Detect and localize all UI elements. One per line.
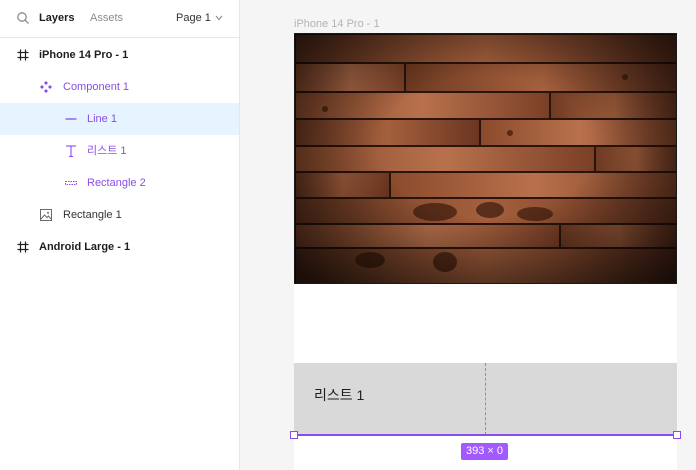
size-badge: 393 × 0 [461,443,509,460]
design-canvas[interactable]: iPhone 14 Pro - 1 리스트 1 393 × 0 [240,0,696,470]
center-guide [485,363,486,435]
layer-label: Component 1 [63,81,130,93]
layer-label: Rectangle 1 [63,209,122,221]
component-icon [40,81,52,93]
iphone-frame[interactable]: 리스트 1 393 × 0 [290,33,681,470]
line-icon [65,118,77,120]
layer-component-1[interactable]: Component 1 [0,71,239,103]
layer-label: Android Large - 1 [39,241,131,253]
wood-image[interactable] [294,33,677,284]
page-selector[interactable]: Page 1 [176,11,223,25]
resize-handle-right[interactable] [673,431,681,439]
page-selector-label: Page 1 [176,12,211,24]
rectangle-icon [65,181,77,185]
layer-iphone-14-pro-1[interactable]: iPhone 14 Pro - 1 [0,39,239,71]
text-icon [66,145,76,158]
list-item-text[interactable]: 리스트 1 [314,386,364,404]
layer-label: Line 1 [87,113,117,125]
layer-label: 리스트 1 [87,145,127,157]
frame-icon [17,241,29,253]
wood-texture [295,34,676,283]
layers-panel: Layers Assets Page 1 iPhone 14 Pro - 1 C… [0,0,240,470]
panel-tabs-bar: Layers Assets Page 1 [0,0,239,38]
frame-icon [17,49,29,61]
tab-layers[interactable]: Layers [39,11,74,25]
resize-handle-left[interactable] [290,431,298,439]
layer-line-1[interactable]: Line 1 [0,103,239,135]
image-icon [40,209,52,221]
selected-line[interactable] [294,434,677,436]
layer-label: iPhone 14 Pro - 1 [39,49,129,61]
search-icon[interactable] [16,11,30,25]
layer-label: Rectangle 2 [87,177,146,189]
frame-title[interactable]: iPhone 14 Pro - 1 [294,17,380,31]
layer-list-text-1[interactable]: 리스트 1 [0,135,239,167]
layer-rectangle-1[interactable]: Rectangle 1 [0,199,239,231]
tab-assets[interactable]: Assets [90,11,123,25]
layer-rectangle-2[interactable]: Rectangle 2 [0,167,239,199]
layer-android-large-1[interactable]: Android Large - 1 [0,231,239,263]
chevron-down-icon [215,15,223,21]
